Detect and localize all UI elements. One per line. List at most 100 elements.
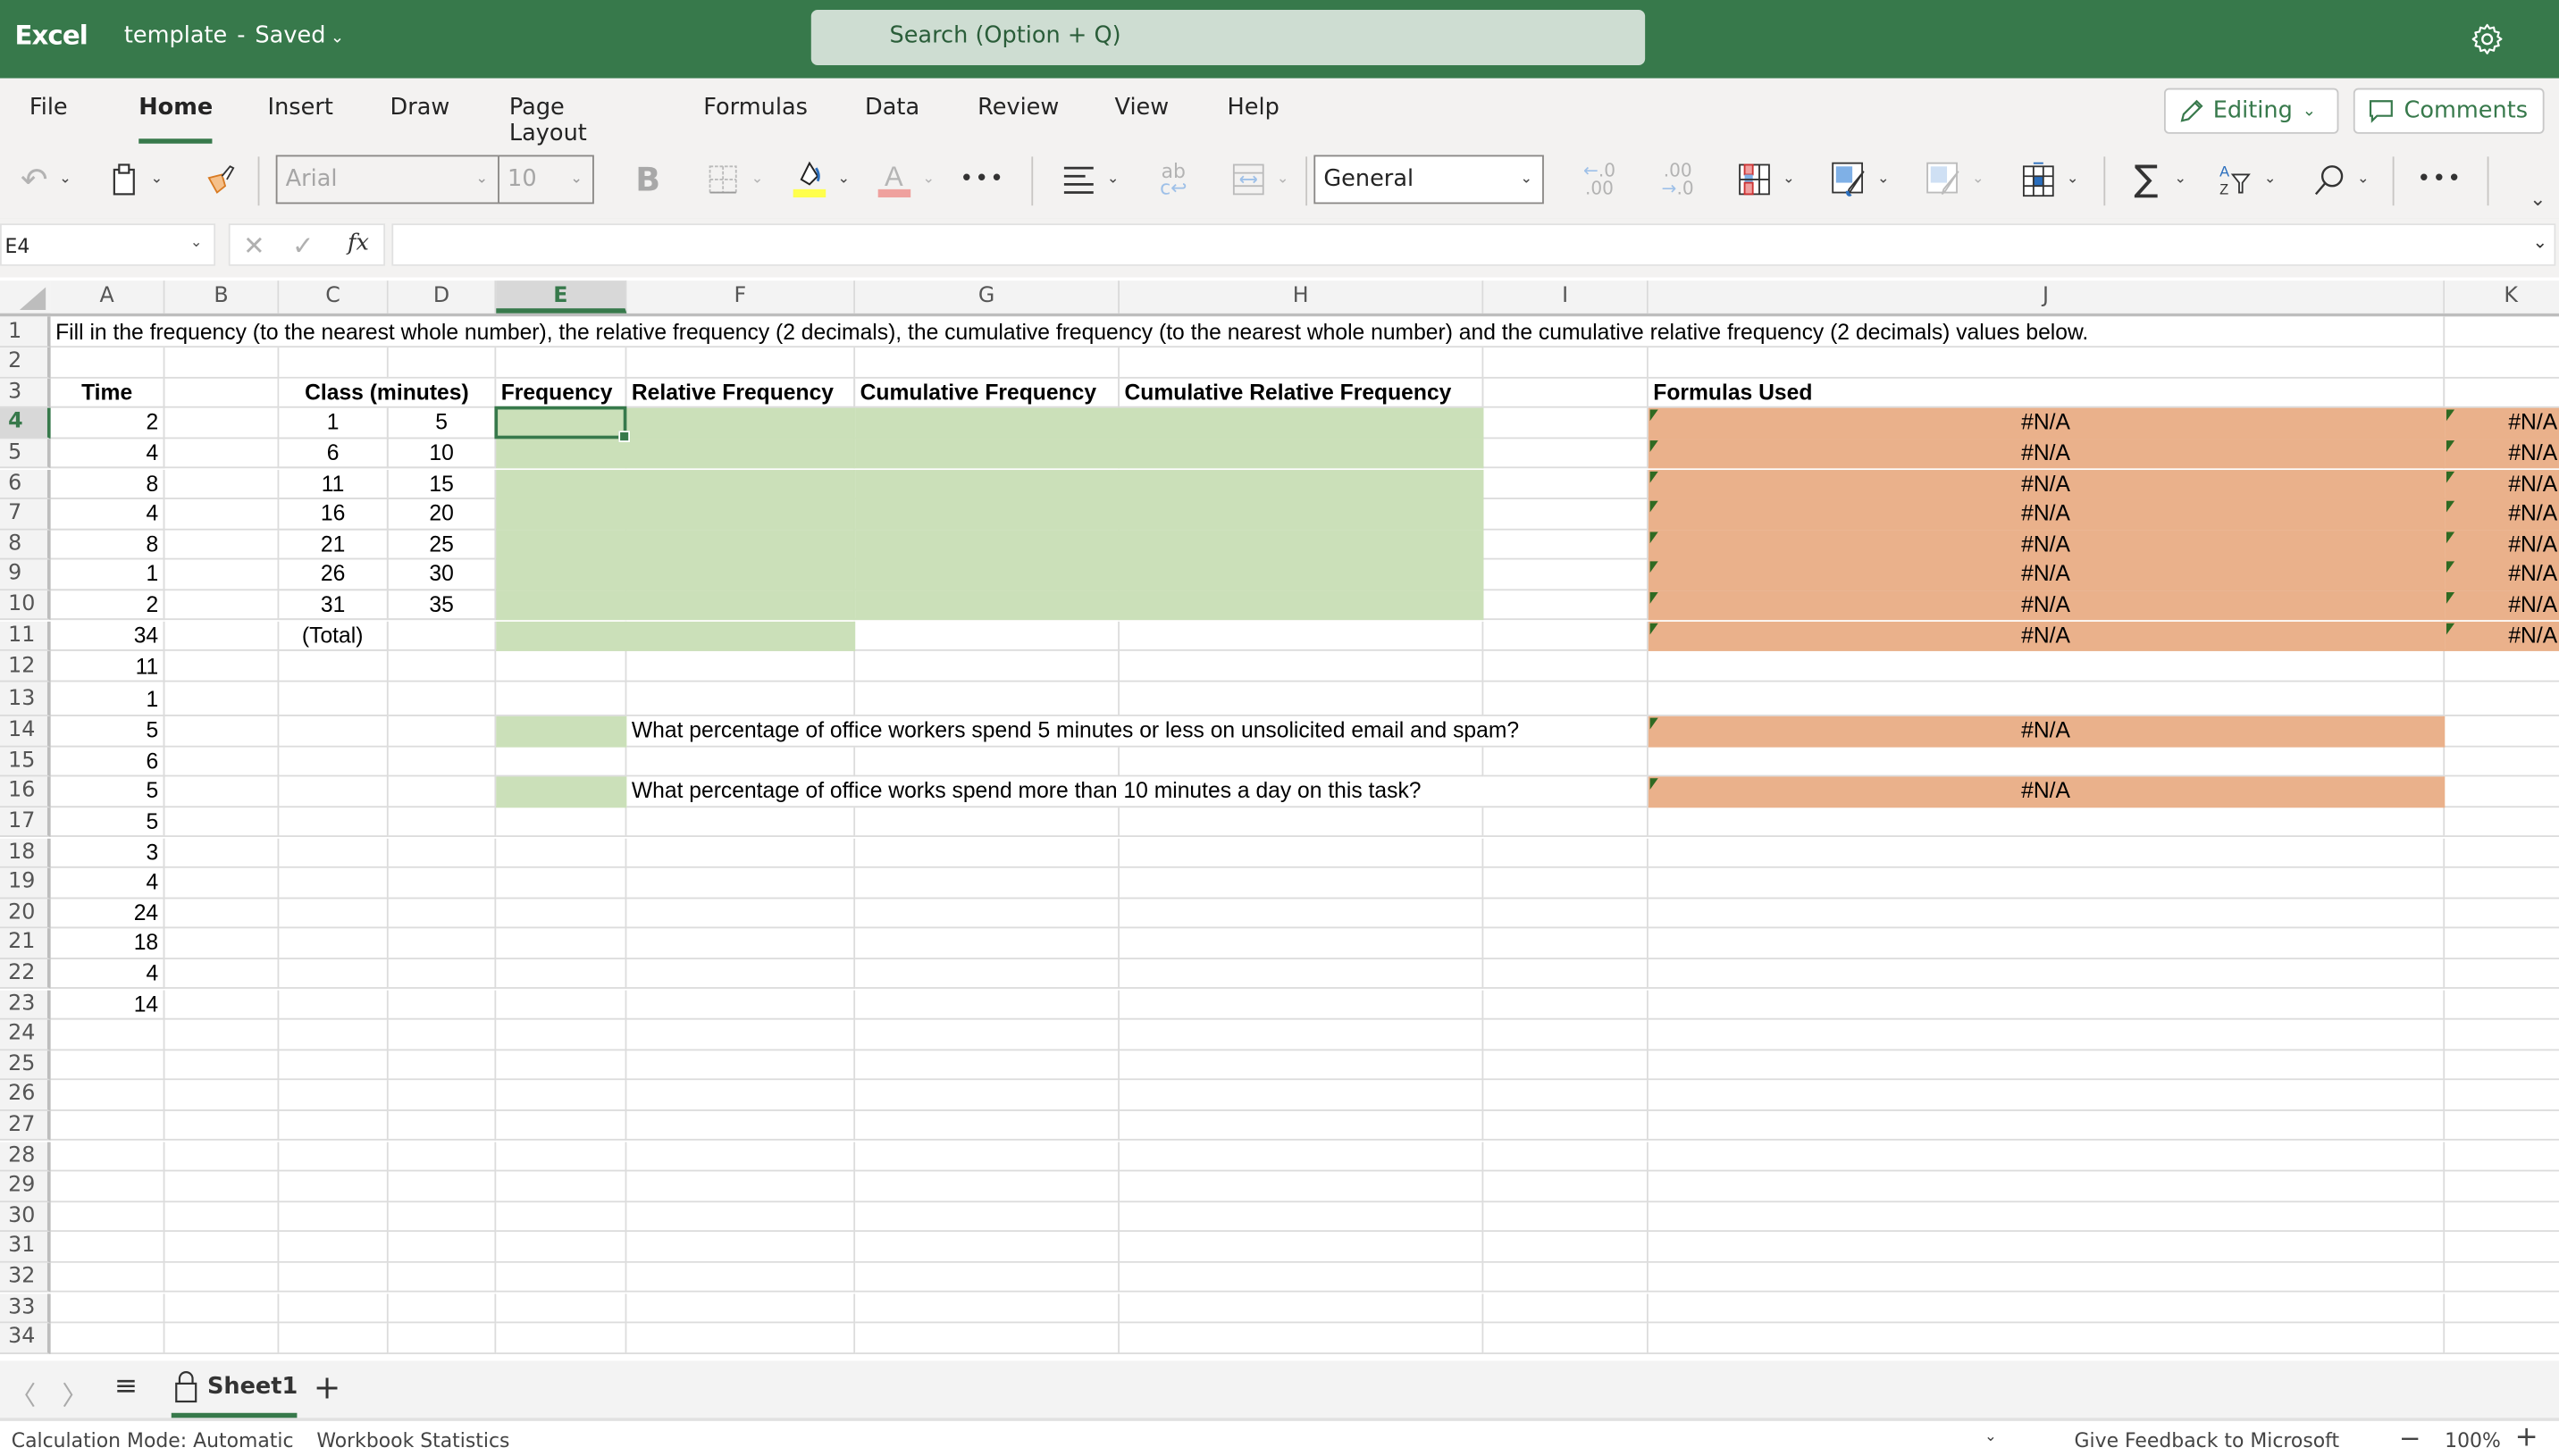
empty-cell[interactable] — [164, 1171, 280, 1202]
empty-cell[interactable] — [496, 1201, 627, 1233]
empty-cell[interactable] — [626, 1201, 856, 1233]
empty-cell[interactable] — [855, 746, 1120, 777]
empty-cell[interactable] — [496, 958, 627, 990]
answer-input-cell[interactable] — [1119, 469, 1484, 500]
empty-cell[interactable] — [1483, 837, 1649, 868]
row-header-31[interactable]: 31 — [0, 1232, 51, 1263]
chevron-down-icon[interactable]: ⌄ — [1984, 1429, 1997, 1445]
empty-cell[interactable] — [2445, 1142, 2559, 1172]
time-value-cell[interactable]: 11 — [50, 650, 165, 682]
column-header-i[interactable]: I — [1483, 280, 1649, 314]
bold-button[interactable]: B — [630, 160, 666, 199]
empty-cell[interactable] — [1483, 928, 1649, 959]
empty-cell[interactable] — [1648, 1293, 2446, 1324]
formula-result-cell-k[interactable]: #N/A — [2445, 620, 2559, 651]
empty-cell[interactable] — [2445, 1263, 2559, 1293]
empty-cell[interactable] — [164, 746, 280, 777]
empty-cell[interactable] — [2445, 929, 2559, 959]
formula-result-cell-j[interactable]: #N/A — [1648, 590, 2446, 621]
time-value-cell[interactable]: 4 — [50, 499, 165, 531]
class-low-cell[interactable]: 16 — [279, 499, 389, 531]
class-high-cell[interactable]: 20 — [388, 499, 497, 531]
row-header-14[interactable]: 14 — [0, 716, 51, 747]
empty-cell[interactable] — [279, 650, 389, 682]
empty-cell[interactable] — [496, 1293, 627, 1324]
empty-cell[interactable] — [496, 746, 627, 777]
empty-cell[interactable] — [279, 989, 389, 1020]
row-header-8[interactable]: 8 — [0, 530, 51, 561]
empty-cell[interactable] — [1119, 1201, 1484, 1233]
empty-cell[interactable] — [164, 620, 280, 651]
row-header-17[interactable]: 17 — [0, 807, 51, 838]
empty-cell[interactable] — [1483, 377, 1649, 409]
answer-input-cell[interactable] — [1119, 408, 1484, 439]
empty-cell[interactable] — [164, 469, 280, 500]
empty-cell[interactable] — [626, 958, 856, 990]
empty-cell[interactable] — [496, 650, 627, 682]
empty-cell[interactable] — [855, 898, 1120, 929]
empty-cell[interactable] — [1483, 1019, 1649, 1050]
undo-icon[interactable]: ↶ — [16, 160, 52, 199]
answer-input-cell[interactable] — [855, 439, 1120, 470]
empty-cell[interactable] — [279, 1080, 389, 1111]
empty-cell[interactable] — [626, 1171, 856, 1202]
header-formulas-used[interactable]: Formulas Used — [1648, 377, 2446, 409]
empty-cell[interactable] — [2445, 1233, 2559, 1263]
more-icon[interactable]: ••• — [2417, 160, 2461, 199]
empty-cell[interactable] — [2445, 682, 2559, 717]
empty-cell[interactable] — [1119, 1110, 1484, 1142]
formula-result-cell-k[interactable]: #N/A — [2445, 499, 2559, 531]
empty-cell[interactable] — [164, 682, 280, 717]
empty-cell[interactable] — [279, 716, 389, 747]
empty-cell[interactable] — [164, 807, 280, 838]
column-header-g[interactable]: G — [855, 280, 1120, 314]
zoom-level[interactable]: 100% — [2445, 1429, 2501, 1452]
expand-formula-bar-icon[interactable]: ⌄ — [2532, 231, 2547, 253]
time-value-cell[interactable]: 4 — [50, 958, 165, 990]
empty-cell[interactable] — [279, 1050, 389, 1081]
empty-cell[interactable] — [164, 560, 280, 591]
formula-result-cell-j[interactable]: #N/A — [1648, 499, 2446, 531]
empty-cell[interactable] — [50, 1323, 165, 1354]
empty-cell[interactable] — [1648, 807, 2446, 838]
empty-cell[interactable] — [279, 1232, 389, 1263]
empty-cell[interactable] — [1648, 682, 2446, 717]
class-low-cell[interactable]: 6 — [279, 439, 389, 470]
row-header-16[interactable]: 16 — [0, 776, 51, 807]
empty-cell[interactable] — [1483, 682, 1649, 717]
empty-cell[interactable] — [164, 1201, 280, 1233]
empty-cell[interactable] — [2445, 1172, 2559, 1202]
empty-cell[interactable] — [164, 377, 280, 409]
row-header-23[interactable]: 23 — [0, 989, 51, 1020]
empty-cell[interactable] — [626, 347, 856, 378]
empty-cell[interactable] — [1119, 898, 1484, 929]
empty-cell[interactable] — [1119, 1232, 1484, 1263]
row-header-15[interactable]: 15 — [0, 746, 51, 777]
empty-cell[interactable] — [388, 682, 497, 717]
insert-cells-icon[interactable] — [2020, 160, 2056, 199]
empty-cell[interactable] — [164, 650, 280, 682]
empty-cell[interactable] — [1483, 807, 1649, 838]
empty-cell[interactable] — [1119, 1019, 1484, 1050]
empty-cell[interactable] — [2445, 716, 2559, 747]
empty-cell[interactable] — [388, 347, 497, 378]
empty-cell[interactable] — [496, 1232, 627, 1263]
column-header-a[interactable]: A — [50, 280, 165, 314]
spreadsheet-grid[interactable]: ABCDEFGHIJK 1 2 3 4 5 6 7 8 9 10 11 12 13 14 15 16 17 18 1… — [0, 277, 2559, 1361]
cancel-icon[interactable]: ✕ — [243, 230, 264, 262]
empty-cell[interactable] — [388, 1262, 497, 1293]
time-value-cell[interactable]: 4 — [50, 867, 165, 899]
empty-cell[interactable] — [279, 1262, 389, 1293]
empty-cell[interactable] — [1119, 989, 1484, 1020]
empty-cell[interactable] — [1648, 1110, 2446, 1142]
header-time[interactable]: Time — [50, 377, 165, 409]
empty-cell[interactable] — [1119, 1293, 1484, 1324]
previous-sheet-icon[interactable]: 〈 — [10, 1374, 36, 1413]
empty-cell[interactable] — [1119, 650, 1484, 682]
empty-cell[interactable] — [1648, 989, 2446, 1020]
empty-cell[interactable] — [855, 1262, 1120, 1293]
class-low-cell[interactable]: 26 — [279, 560, 389, 591]
row-header-13[interactable]: 13 — [0, 682, 51, 717]
empty-cell[interactable] — [1483, 499, 1649, 531]
answer-input-cell[interactable] — [855, 560, 1120, 591]
